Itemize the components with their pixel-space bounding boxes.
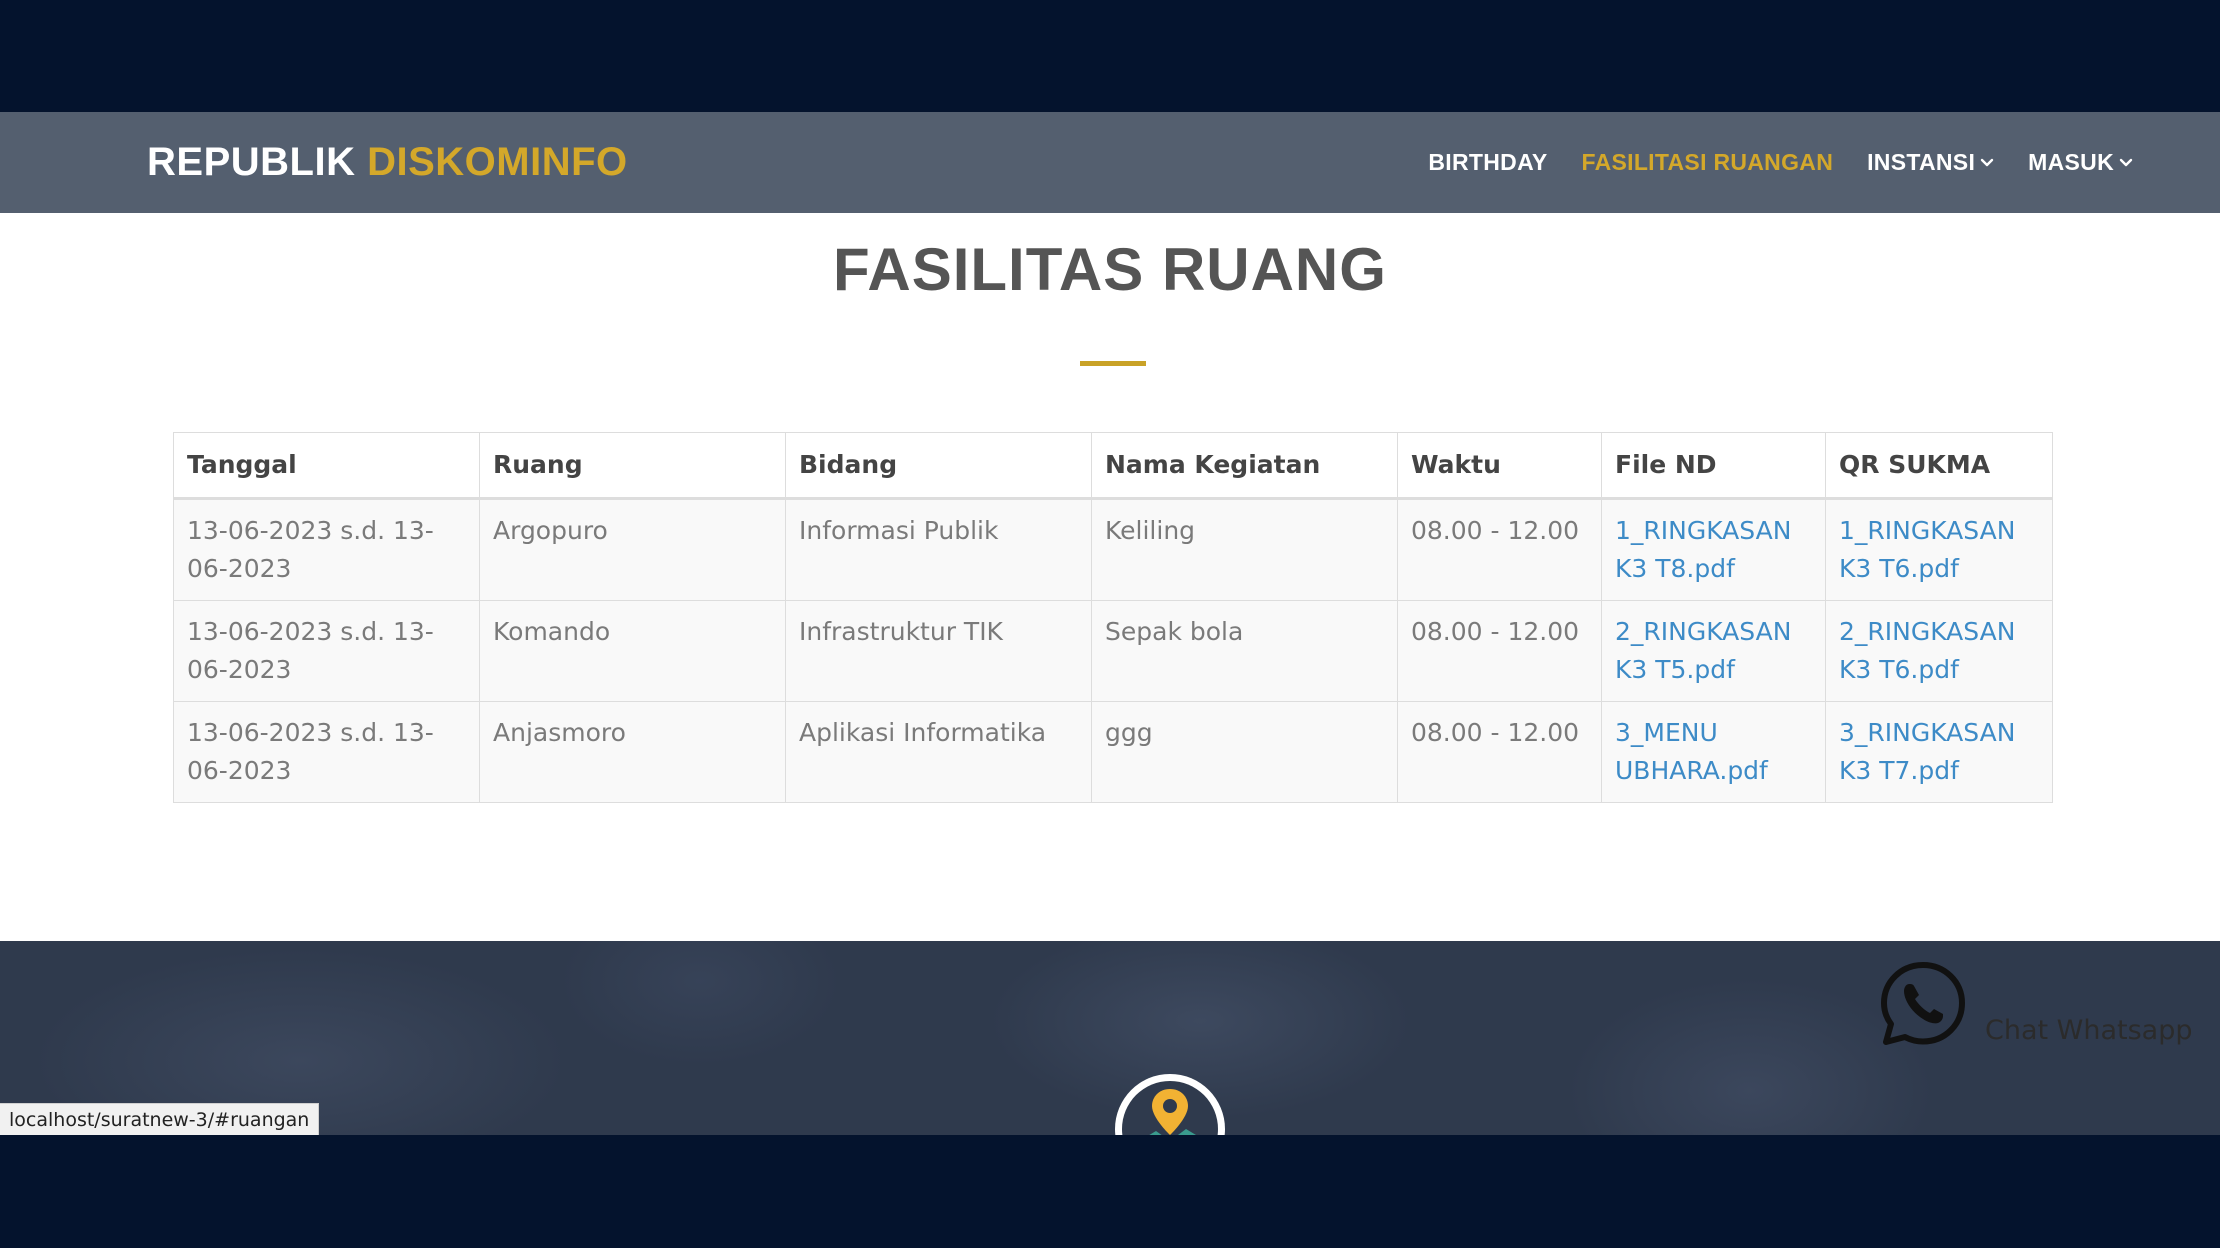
nav-masuk-label: MASUK xyxy=(2028,149,2114,175)
room-facilities-table: Tanggal Ruang Bidang Nama Kegiatan Waktu… xyxy=(173,432,2053,803)
bottom-letterbox xyxy=(0,1135,2220,1248)
brand-accent: DISKOMINFO xyxy=(367,140,628,184)
nav-menu: BIRTHDAY FASILITASI RUANGAN INSTANSI MAS… xyxy=(1428,112,2133,213)
page-title: FASILITAS RUANG xyxy=(833,236,1387,303)
footer: Chat Whatsapp xyxy=(0,941,2220,1135)
main-content: FASILITAS RUANG Tanggal Ruang Bidang Nam… xyxy=(0,213,2220,941)
column-header-bidang: Bidang xyxy=(785,432,1092,500)
cell-qr-sukma: 2_RINGKASAN K3 T6.pdf xyxy=(1825,600,2053,702)
nav-fasilitasi-ruangan[interactable]: FASILITASI RUANGAN xyxy=(1582,149,1834,176)
qr-sukma-link[interactable]: 1_RINGKASAN K3 T6.pdf xyxy=(1839,516,2015,583)
table-row: 13-06-2023 s.d. 13-06-2023 Anjasmoro Apl… xyxy=(173,701,2053,803)
file-nd-link[interactable]: 2_RINGKASAN K3 T5.pdf xyxy=(1615,617,1791,684)
cell-tanggal: 13-06-2023 s.d. 13-06-2023 xyxy=(173,498,480,601)
cell-ruang: Argopuro xyxy=(479,498,786,601)
brand-main: REPUBLIK xyxy=(147,140,368,184)
column-header-ruang: Ruang xyxy=(479,432,786,500)
file-nd-link[interactable]: 3_MENU UBHARA.pdf xyxy=(1615,718,1768,785)
map-pin-icon xyxy=(1115,1074,1225,1135)
table-row: 13-06-2023 s.d. 13-06-2023 Argopuro Info… xyxy=(173,498,2053,601)
column-header-qr-sukma: QR SUKMA xyxy=(1825,432,2053,500)
qr-sukma-link[interactable]: 2_RINGKASAN K3 T6.pdf xyxy=(1839,617,2015,684)
column-header-file-nd: File ND xyxy=(1601,432,1826,500)
cell-tanggal: 13-06-2023 s.d. 13-06-2023 xyxy=(173,600,480,702)
brand-logo[interactable]: REPUBLIK DISKOMINFO xyxy=(147,140,628,185)
cell-tanggal: 13-06-2023 s.d. 13-06-2023 xyxy=(173,701,480,803)
navbar: REPUBLIK DISKOMINFO BIRTHDAY FASILITASI … xyxy=(0,112,2220,213)
nav-instansi-label: INSTANSI xyxy=(1867,149,1976,175)
nav-birthday[interactable]: BIRTHDAY xyxy=(1428,149,1547,176)
cell-bidang: Infrastruktur TIK xyxy=(785,600,1092,702)
cell-ruang: Anjasmoro xyxy=(479,701,786,803)
nav-masuk-dropdown[interactable]: MASUK xyxy=(2028,149,2133,176)
cell-waktu: 08.00 - 12.00 xyxy=(1397,600,1602,702)
cell-nama-kegiatan: ggg xyxy=(1091,701,1398,803)
cell-bidang: Aplikasi Informatika xyxy=(785,701,1092,803)
column-header-waktu: Waktu xyxy=(1397,432,1602,500)
cell-ruang: Komando xyxy=(479,600,786,702)
table-row: 13-06-2023 s.d. 13-06-2023 Komando Infra… xyxy=(173,600,2053,702)
cell-file-nd: 1_RINGKASAN K3 T8.pdf xyxy=(1601,498,1826,601)
title-divider xyxy=(1080,361,1146,366)
chevron-down-icon xyxy=(1980,158,1994,166)
chevron-down-icon xyxy=(2119,158,2133,166)
column-header-nama-kegiatan: Nama Kegiatan xyxy=(1091,432,1398,500)
cell-file-nd: 3_MENU UBHARA.pdf xyxy=(1601,701,1826,803)
table-header-row: Tanggal Ruang Bidang Nama Kegiatan Waktu… xyxy=(173,432,2053,500)
cell-bidang: Informasi Publik xyxy=(785,498,1092,601)
nav-instansi-dropdown[interactable]: INSTANSI xyxy=(1867,149,1994,176)
nav-birthday-label: BIRTHDAY xyxy=(1428,149,1548,175)
status-bar-url: localhost/suratnew-3/#ruangan xyxy=(0,1103,320,1137)
nav-fasilitasi-label: FASILITASI RUANGAN xyxy=(1581,149,1834,175)
cell-nama-kegiatan: Sepak bola xyxy=(1091,600,1398,702)
cell-waktu: 08.00 - 12.00 xyxy=(1397,498,1602,601)
whatsapp-icon[interactable] xyxy=(1878,959,1968,1049)
file-nd-link[interactable]: 1_RINGKASAN K3 T8.pdf xyxy=(1615,516,1791,583)
qr-sukma-link[interactable]: 3_RINGKASAN K3 T7.pdf xyxy=(1839,718,2015,785)
cell-file-nd: 2_RINGKASAN K3 T5.pdf xyxy=(1601,600,1826,702)
cell-waktu: 08.00 - 12.00 xyxy=(1397,701,1602,803)
cell-nama-kegiatan: Keliling xyxy=(1091,498,1398,601)
column-header-tanggal: Tanggal xyxy=(173,432,480,500)
cell-qr-sukma: 3_RINGKASAN K3 T7.pdf xyxy=(1825,701,2053,803)
whatsapp-chat-label[interactable]: Chat Whatsapp xyxy=(1985,1015,2193,1046)
cell-qr-sukma: 1_RINGKASAN K3 T6.pdf xyxy=(1825,498,2053,601)
